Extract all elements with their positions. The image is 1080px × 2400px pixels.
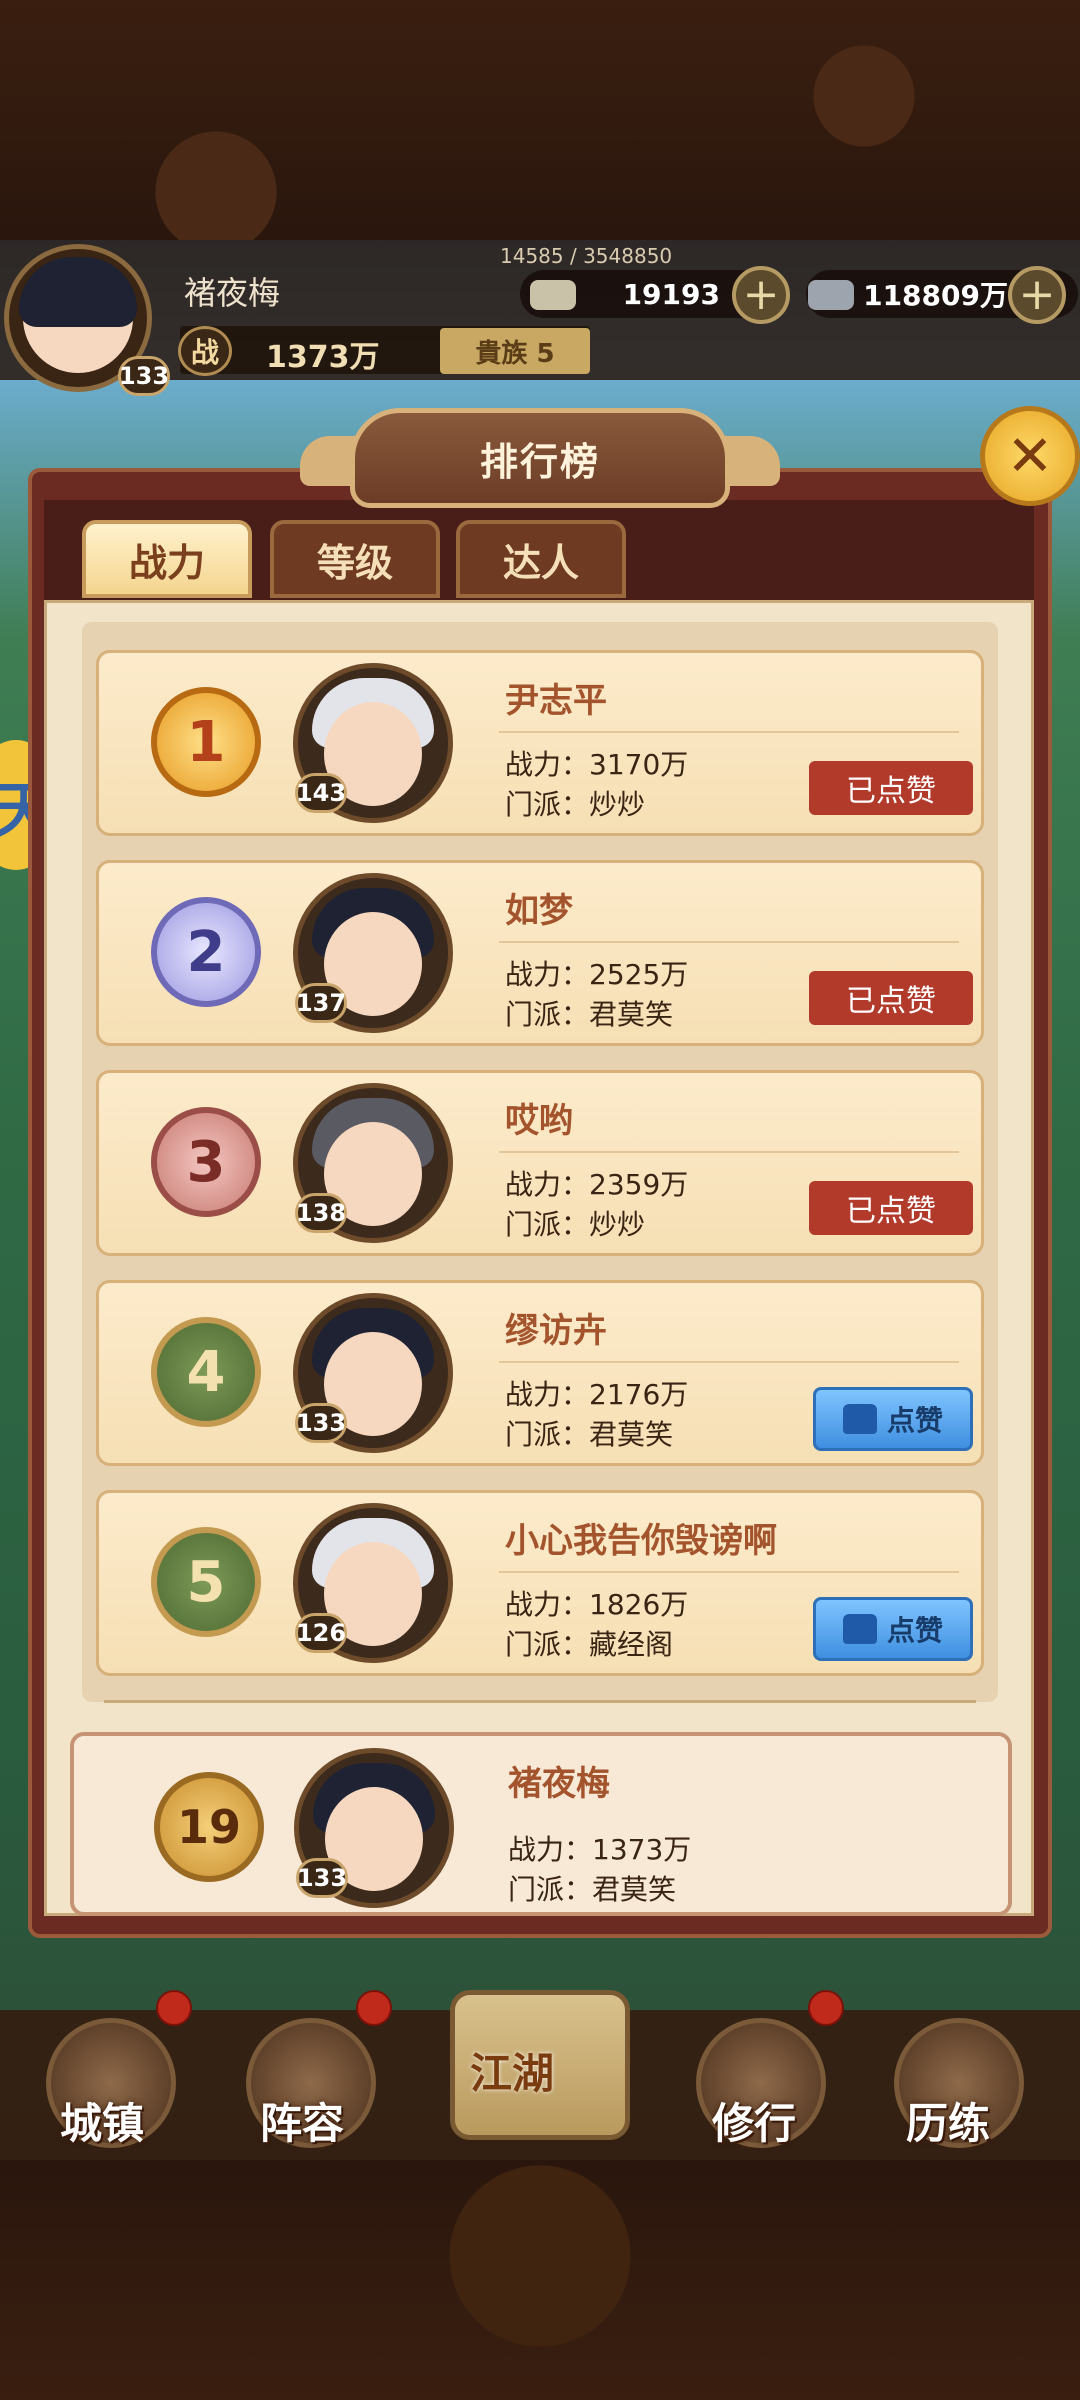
ranking-row[interactable]: 2 137 如梦 战力：2525万 门派：君莫笑 已点赞 — [96, 860, 984, 1046]
add-silver-button[interactable]: + — [1008, 266, 1066, 324]
rank-badge-gold: 1 — [151, 687, 261, 797]
like-label: 点赞 — [886, 1614, 943, 1647]
gold-ingot-icon — [530, 280, 576, 310]
ranking-row[interactable]: 4 133 缪访卉 战力：2176万 门派：君莫笑 点赞 — [96, 1280, 984, 1466]
player-power: 1373万 — [266, 340, 380, 375]
nav-jianghu-label: 江湖 — [470, 2049, 555, 2098]
tab-expert[interactable]: 达人 — [456, 520, 626, 598]
add-gold-button[interactable]: + — [732, 266, 790, 324]
ranking-row[interactable]: 3 138 哎哟 战力：2359万 门派：炒炒 已点赞 — [96, 1070, 984, 1256]
player-name: 褚夜梅 — [184, 274, 281, 312]
notification-dot — [156, 1990, 192, 2026]
nav-town-label: 城镇 — [60, 2099, 145, 2148]
nav-lineup-label: 阵容 — [260, 2099, 345, 2148]
player-name: 小心我告你毁谤啊 — [505, 1521, 777, 1561]
thumbs-up-icon — [842, 1404, 877, 1434]
close-icon[interactable]: ✕ — [980, 406, 1080, 506]
sect-stat: 门派：炒炒 — [505, 1208, 646, 1241]
level-badge: 138 — [295, 1193, 347, 1233]
tab-power[interactable]: 战力 — [82, 520, 252, 598]
level-badge: 126 — [295, 1613, 347, 1653]
tab-level[interactable]: 等级 — [270, 520, 440, 598]
my-rank-badge: 19 — [154, 1772, 264, 1882]
experience-text: 14585 / 3548850 — [500, 244, 673, 268]
my-name: 褚夜梅 — [508, 1764, 610, 1804]
row-divider — [499, 1151, 959, 1153]
rank-badge-bronze: 3 — [151, 1107, 261, 1217]
list-separator — [104, 1700, 976, 1703]
my-power-stat: 战力：1373万 — [508, 1833, 692, 1866]
liked-button[interactable]: 已点赞 — [809, 761, 973, 815]
player-level-badge: 133 — [118, 356, 170, 396]
ranking-row[interactable]: 1 143 尹志平 战力：3170万 门派：炒炒 已点赞 — [96, 650, 984, 836]
silver-value: 118809万 — [863, 279, 1008, 312]
level-badge: 137 — [295, 983, 347, 1023]
my-level-badge: 133 — [296, 1858, 348, 1898]
player-name: 尹志平 — [505, 681, 607, 721]
panel-title: 排行榜 — [479, 439, 600, 484]
player-name: 哎哟 — [505, 1101, 573, 1141]
level-badge: 133 — [295, 1403, 347, 1443]
my-sect-stat: 门派：君莫笑 — [508, 1873, 677, 1906]
sect-stat: 门派：藏经阁 — [505, 1628, 674, 1661]
nav-cultivation-label: 修行 — [712, 2099, 797, 2148]
player-name: 如梦 — [505, 891, 573, 931]
row-divider — [499, 731, 959, 733]
row-divider — [499, 1361, 959, 1363]
ranking-row[interactable]: 5 126 小心我告你毁谤啊 战力：1826万 门派：藏经阁 点赞 — [96, 1490, 984, 1676]
silver-ingot-icon — [808, 280, 854, 310]
gold-value: 19193 — [622, 277, 720, 311]
like-button[interactable]: 点赞 — [813, 1387, 973, 1451]
like-button[interactable]: 点赞 — [813, 1597, 973, 1661]
row-divider — [499, 941, 959, 943]
noble-rank-badge[interactable]: 貴族 5 — [440, 328, 590, 374]
power-stat: 战力：2359万 — [505, 1168, 689, 1201]
avatar-hair — [19, 257, 137, 327]
like-label: 点赞 — [886, 1404, 943, 1437]
title-plaque: 排行榜 — [350, 408, 730, 508]
power-stat: 战力：2525万 — [505, 958, 689, 991]
nav-training-label: 历练 — [906, 2099, 991, 2148]
player-name: 缪访卉 — [505, 1311, 607, 1351]
thumbs-up-icon — [842, 1614, 877, 1644]
row-divider — [499, 1571, 959, 1573]
sect-stat: 门派：炒炒 — [505, 788, 646, 821]
power-stat: 战力：2176万 — [505, 1378, 689, 1411]
my-ranking-row: 19 133 褚夜梅 战力：1373万 门派：君莫笑 — [70, 1732, 1012, 1916]
level-badge: 143 — [295, 773, 347, 813]
rank-badge: 4 — [151, 1317, 261, 1427]
notification-dot — [356, 1990, 392, 2026]
power-icon: 战 — [178, 326, 232, 376]
power-stat: 战力：1826万 — [505, 1588, 689, 1621]
power-stat: 战力：3170万 — [505, 748, 689, 781]
liked-button[interactable]: 已点赞 — [809, 971, 973, 1025]
sect-stat: 门派：君莫笑 — [505, 1418, 674, 1451]
notification-dot — [808, 1990, 844, 2026]
rank-badge: 5 — [151, 1527, 261, 1637]
rank-badge-silver: 2 — [151, 897, 261, 1007]
liked-button[interactable]: 已点赞 — [809, 1181, 973, 1235]
sect-stat: 门派：君莫笑 — [505, 998, 674, 1031]
